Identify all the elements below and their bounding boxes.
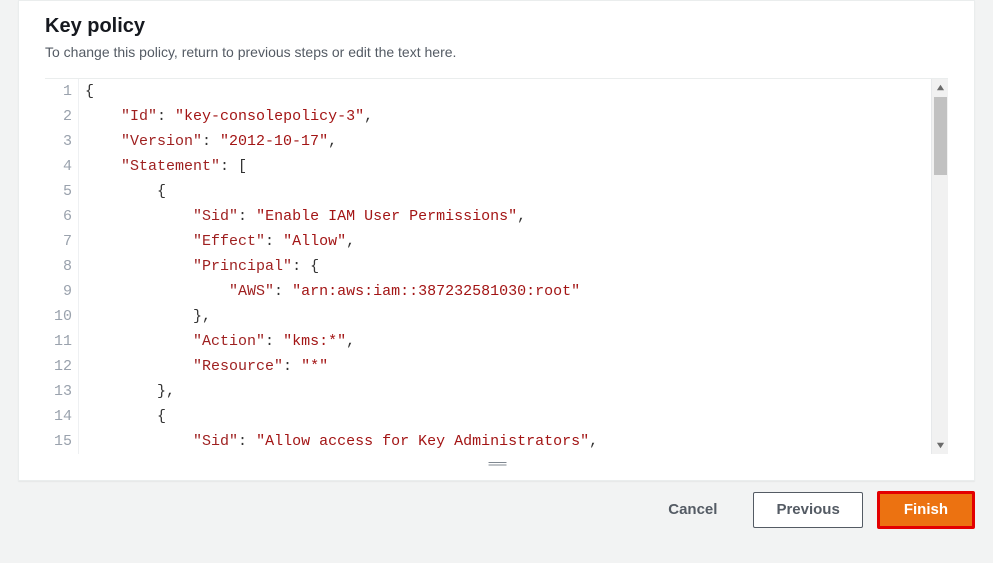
- policy-editor[interactable]: 123456789101112131415 { "Id": "key-conso…: [45, 78, 948, 454]
- code-line[interactable]: "Id": "key-consolepolicy-3",: [85, 104, 948, 129]
- code-line[interactable]: "Resource": "*": [85, 354, 948, 379]
- vertical-scrollbar[interactable]: [931, 79, 948, 454]
- scroll-up-arrow-icon[interactable]: [932, 79, 948, 96]
- code-line[interactable]: "Sid": "Enable IAM User Permissions",: [85, 204, 948, 229]
- code-line[interactable]: },: [85, 304, 948, 329]
- code-line[interactable]: "AWS": "arn:aws:iam::387232581030:root": [85, 279, 948, 304]
- panel-header: Key policy To change this policy, return…: [19, 1, 974, 78]
- code-area[interactable]: { "Id": "key-consolepolicy-3", "Version"…: [79, 79, 948, 454]
- line-number-gutter: 123456789101112131415: [45, 79, 79, 454]
- key-policy-panel: Key policy To change this policy, return…: [18, 0, 975, 481]
- scroll-down-arrow-icon[interactable]: [932, 437, 948, 454]
- code-line[interactable]: "Principal": {: [85, 254, 948, 279]
- finish-button[interactable]: Finish: [877, 491, 975, 529]
- code-line[interactable]: },: [85, 379, 948, 404]
- resize-grip-icon[interactable]: ══: [45, 456, 948, 470]
- code-line[interactable]: "Effect": "Allow",: [85, 229, 948, 254]
- code-line[interactable]: "Version": "2012-10-17",: [85, 129, 948, 154]
- code-line[interactable]: "Statement": [: [85, 154, 948, 179]
- panel-title: Key policy: [45, 15, 948, 38]
- wizard-footer: Cancel Previous Finish: [0, 481, 993, 541]
- scrollbar-thumb[interactable]: [934, 97, 947, 175]
- code-line[interactable]: {: [85, 404, 948, 429]
- previous-button[interactable]: Previous: [753, 492, 862, 528]
- code-line[interactable]: {: [85, 179, 948, 204]
- code-line[interactable]: "Sid": "Allow access for Key Administrat…: [85, 429, 948, 454]
- code-line[interactable]: "Action": "kms:*",: [85, 329, 948, 354]
- panel-subtitle: To change this policy, return to previou…: [45, 44, 948, 60]
- cancel-button[interactable]: Cancel: [646, 493, 739, 527]
- code-line[interactable]: {: [85, 79, 948, 104]
